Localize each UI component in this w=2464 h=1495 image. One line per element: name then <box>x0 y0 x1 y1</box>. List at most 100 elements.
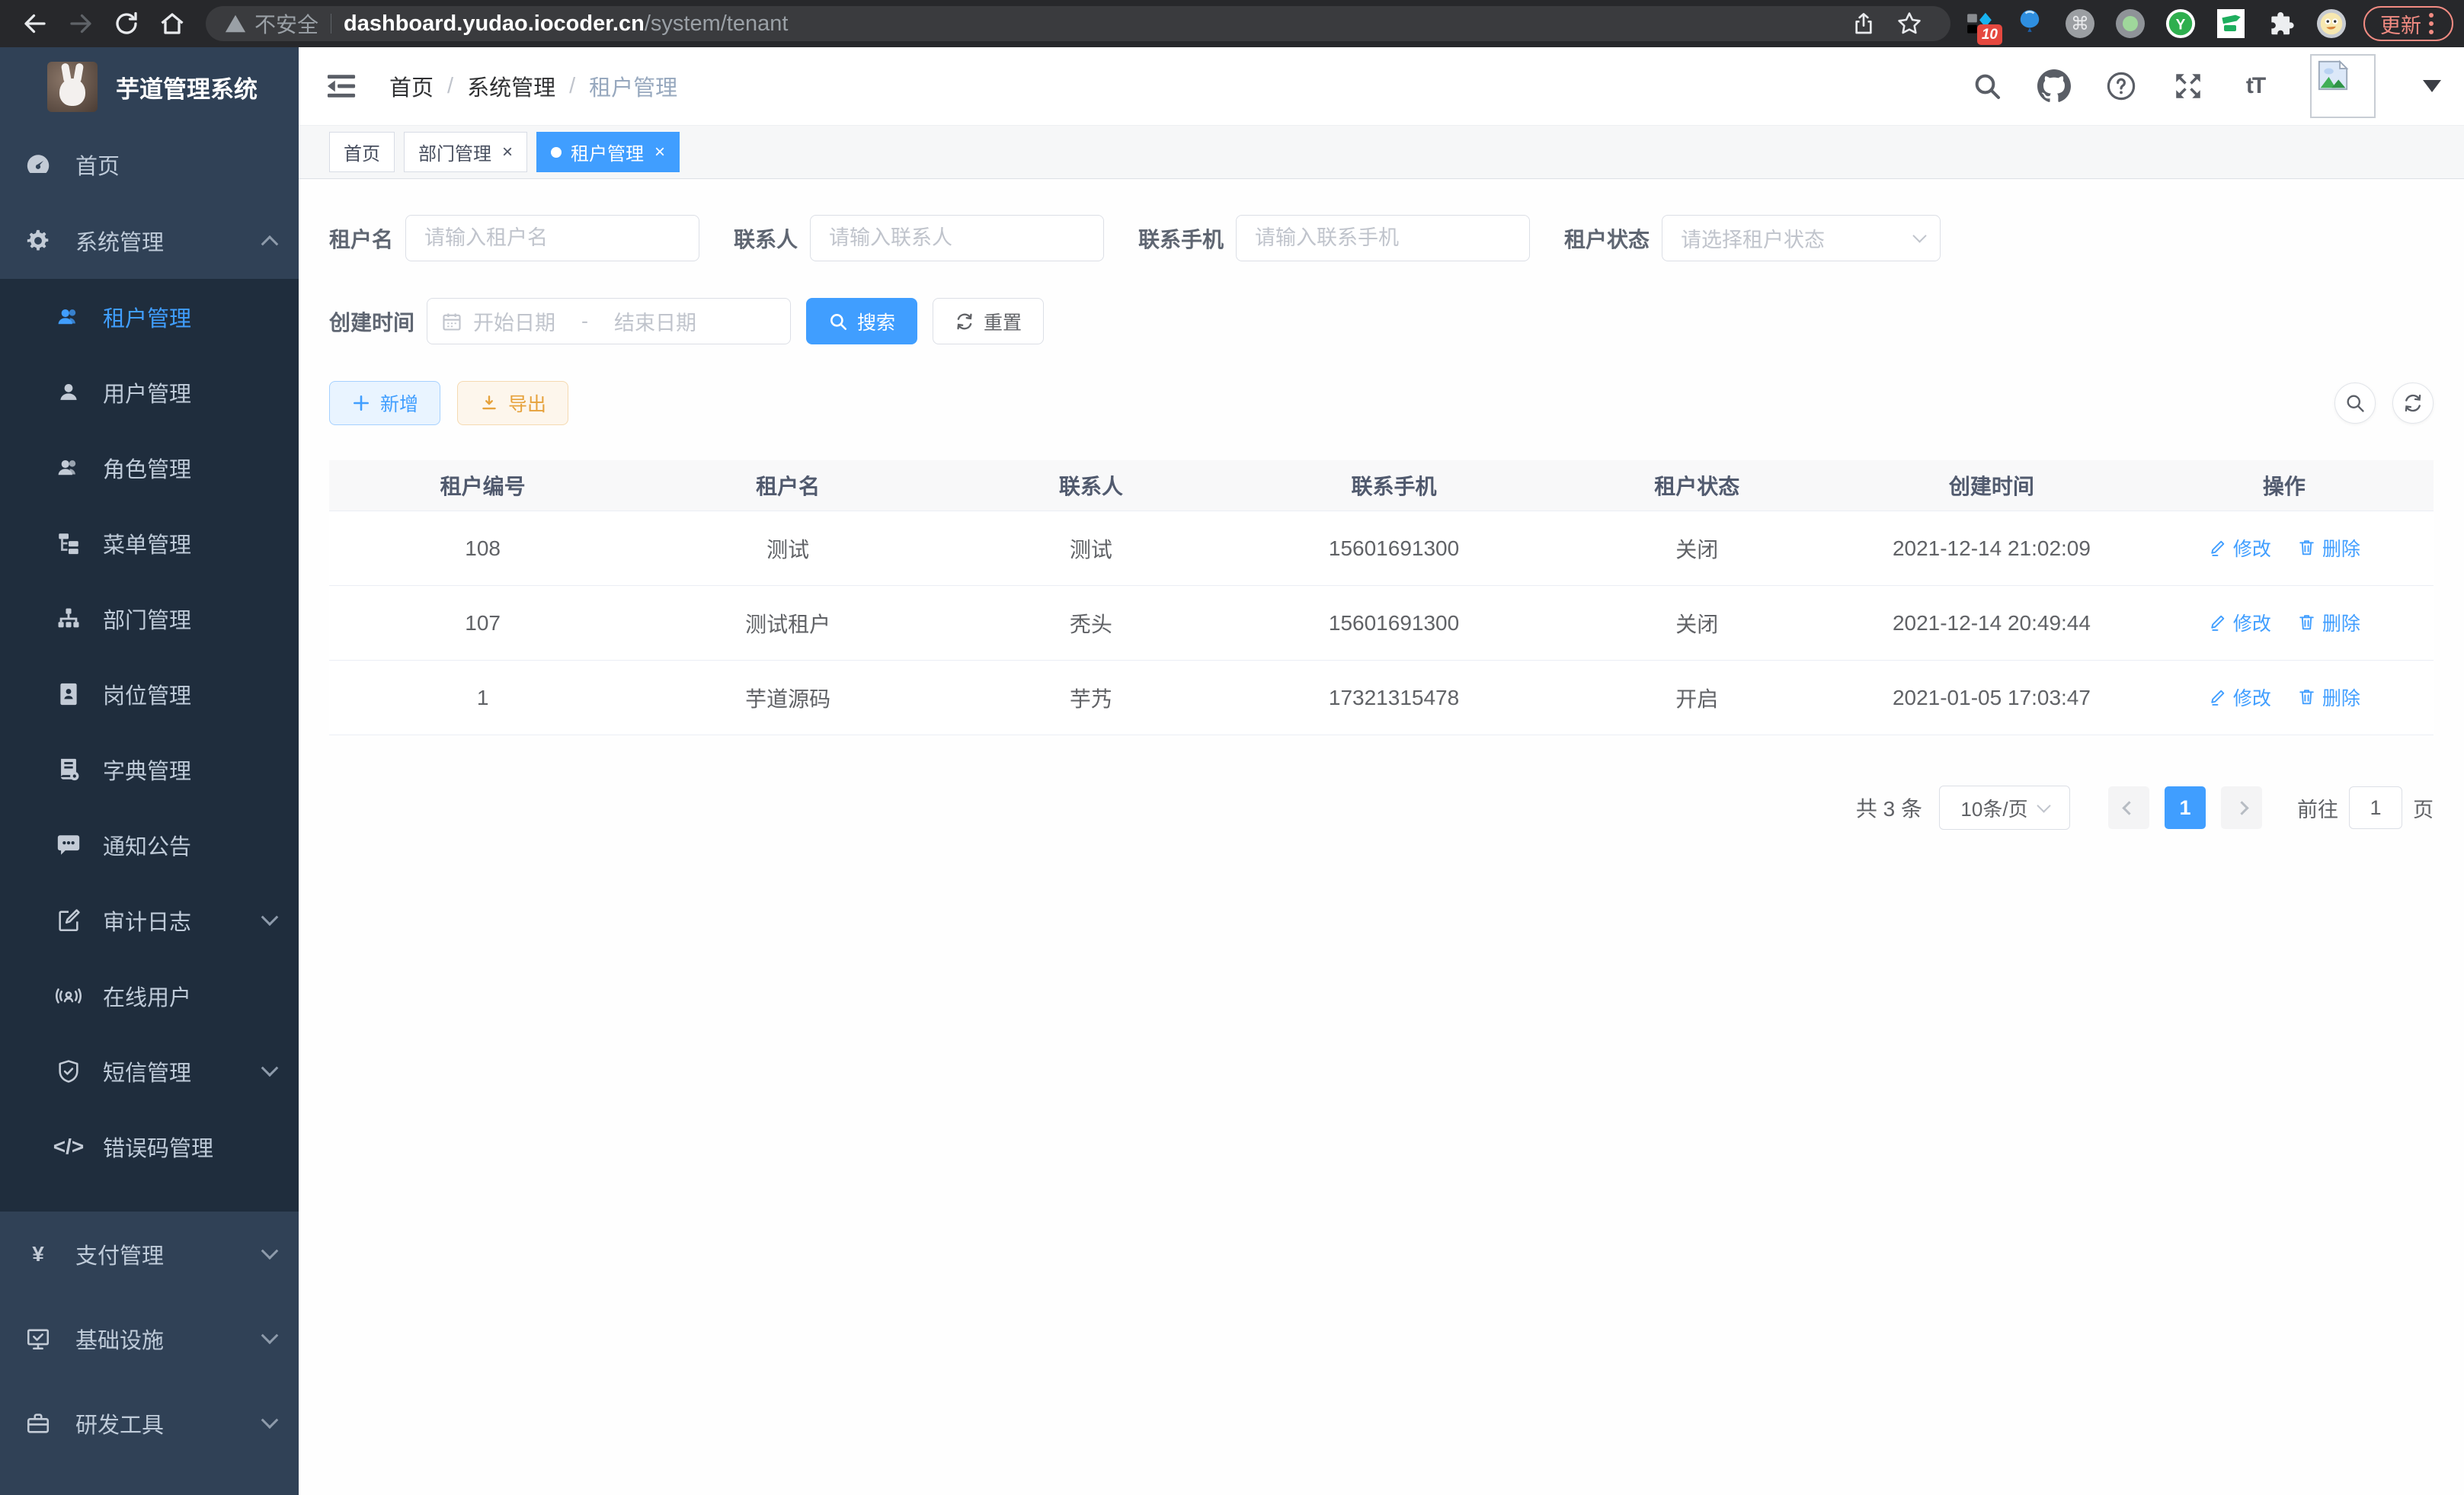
sidebar-item-tenant[interactable]: 租户管理 <box>0 279 299 354</box>
edit-link[interactable]: 修改 <box>2208 534 2271 562</box>
sidebar-item-notice[interactable]: 通知公告 <box>0 807 299 882</box>
chevron-down-icon <box>1912 229 1926 242</box>
sidebar-item-sms[interactable]: 短信管理 <box>0 1033 299 1109</box>
sidebar-item-system[interactable]: 系统管理 <box>0 203 299 279</box>
address-bar[interactable]: 不安全 dashboard.yudao.iocoder.cn/system/te… <box>206 6 1950 41</box>
extension-badge: 10 <box>1977 24 2002 45</box>
status-text: 关闭 <box>1545 608 1848 639</box>
export-button[interactable]: 导出 <box>457 381 568 425</box>
page-unit-label: 页 <box>2413 793 2434 823</box>
sidebar-item-home[interactable]: 首页 <box>0 126 299 203</box>
sidebar-item-errcode[interactable]: </> 错误码管理 <box>0 1109 299 1184</box>
security-label[interactable]: 不安全 <box>254 8 318 39</box>
extension-record-icon[interactable] <box>2115 8 2146 39</box>
yen-icon: ¥ <box>25 1241 51 1267</box>
sidebar-item-devtools[interactable]: 研发工具 <box>0 1381 299 1465</box>
sidebar-item-dict[interactable]: 字典管理 <box>0 731 299 807</box>
breadcrumb-home[interactable]: 首页 <box>389 70 434 102</box>
sidebar-item-user[interactable]: 用户管理 <box>0 354 299 430</box>
extension-chat-icon[interactable] <box>2216 8 2246 39</box>
reset-button[interactable]: 重置 <box>933 298 1044 344</box>
font-size-icon[interactable]: tT <box>2238 69 2272 103</box>
sidebar-item-dept[interactable]: 部门管理 <box>0 581 299 656</box>
tab-tenant[interactable]: 租户管理 × <box>536 132 680 172</box>
sidebar-item-infra[interactable]: 基础设施 <box>0 1296 299 1381</box>
toggle-search-icon[interactable] <box>2334 383 2376 424</box>
tab-home[interactable]: 首页 <box>329 132 395 172</box>
browser-update-button[interactable]: 更新 <box>2363 6 2453 41</box>
user-avatar[interactable] <box>2310 54 2376 118</box>
chevron-down-icon <box>261 1411 279 1429</box>
dictionary-icon <box>56 757 82 783</box>
sidebar-collapse-icon[interactable] <box>324 69 359 104</box>
browser-forward-icon[interactable] <box>61 4 101 43</box>
refresh-table-icon[interactable] <box>2392 383 2434 424</box>
profile-avatar-icon[interactable] <box>2316 8 2347 39</box>
sidebar-item-post[interactable]: 岗位管理 <box>0 656 299 731</box>
delete-link[interactable]: 删除 <box>2297 534 2360 562</box>
tree-list-icon <box>56 530 82 556</box>
bookmark-star-icon[interactable] <box>1890 4 1929 43</box>
add-button[interactable]: 新增 <box>329 381 440 425</box>
browser-menu-icon[interactable] <box>2429 13 2434 34</box>
browser-chrome: 不安全 dashboard.yudao.iocoder.cn/system/te… <box>0 0 2464 47</box>
page-size-select[interactable]: 10条/页 <box>1939 786 2070 830</box>
share-icon[interactable] <box>1844 4 1883 43</box>
extension-tag-icon[interactable]: 10 <box>1964 8 1995 39</box>
app-title: 芋道管理系统 <box>116 70 258 104</box>
tab-dept[interactable]: 部门管理 × <box>404 132 527 172</box>
extension-kite-icon[interactable] <box>2014 8 2045 39</box>
extension-y-icon[interactable]: Y <box>2165 8 2196 39</box>
extensions-puzzle-icon[interactable] <box>2266 8 2296 39</box>
goto-page-input[interactable] <box>2349 786 2402 829</box>
search-button[interactable]: 搜索 <box>806 298 917 344</box>
sidebar-item-role[interactable]: 角色管理 <box>0 430 299 505</box>
avatar-dropdown-caret[interactable] <box>2423 80 2441 92</box>
total-count: 共 3 条 <box>1856 792 1922 823</box>
end-date-placeholder: 结束日期 <box>614 306 696 336</box>
next-page-button[interactable] <box>2221 786 2262 829</box>
chevron-down-icon <box>2037 799 2050 812</box>
sidebar-item-online-user[interactable]: 在线用户 <box>0 958 299 1033</box>
date-range-picker[interactable]: 开始日期 - 结束日期 <box>427 298 791 344</box>
edit-link[interactable]: 修改 <box>2208 683 2271 711</box>
help-icon[interactable] <box>2104 69 2138 103</box>
browser-back-icon[interactable] <box>15 4 55 43</box>
breadcrumb-system[interactable]: 系统管理 <box>467 70 555 102</box>
edit-link[interactable]: 修改 <box>2208 609 2271 636</box>
tags-view-bar: 首页 部门管理 × 租户管理 × <box>299 126 2464 179</box>
not-secure-icon <box>224 12 247 35</box>
status-text: 开启 <box>1545 683 1848 713</box>
close-icon[interactable]: × <box>654 142 665 163</box>
create-time-label: 创建时间 <box>329 306 414 337</box>
browser-home-icon[interactable] <box>152 4 192 43</box>
sidebar-item-menu[interactable]: 菜单管理 <box>0 505 299 581</box>
delete-link[interactable]: 删除 <box>2297 609 2360 636</box>
chevron-down-icon <box>261 1327 279 1344</box>
roles-icon <box>56 455 82 481</box>
page-url[interactable]: dashboard.yudao.iocoder.cn/system/tenant <box>344 11 788 37</box>
prev-page-button[interactable] <box>2108 786 2149 829</box>
tenant-table: 租户编号 租户名 联系人 联系手机 租户状态 创建时间 操作 108 测试 测试… <box>329 460 2434 735</box>
status-select[interactable]: 请选择租户状态 <box>1662 215 1941 261</box>
github-icon[interactable] <box>2037 69 2071 103</box>
extension-command-icon[interactable]: ⌘ <box>2065 8 2095 39</box>
contact-input[interactable] <box>810 215 1104 261</box>
sidebar-item-payment[interactable]: ¥ 支付管理 <box>0 1212 299 1296</box>
org-tree-icon <box>56 606 82 632</box>
mobile-input[interactable] <box>1236 215 1530 261</box>
app-logo[interactable]: 芋道管理系统 <box>0 47 299 126</box>
sidebar-item-audit-log[interactable]: 审计日志 <box>0 882 299 958</box>
fullscreen-icon[interactable] <box>2171 69 2205 103</box>
extension-icons: 10 ⌘ Y <box>1964 8 2347 39</box>
close-icon[interactable]: × <box>502 142 513 163</box>
delete-link[interactable]: 删除 <box>2297 683 2360 711</box>
calendar-icon <box>441 311 462 332</box>
page-number-1[interactable]: 1 <box>2165 786 2206 829</box>
start-date-placeholder: 开始日期 <box>473 306 555 336</box>
header-search-icon[interactable] <box>1970 69 2004 103</box>
system-submenu: 租户管理 用户管理 角色管理 菜单管理 <box>0 279 299 1212</box>
browser-reload-icon[interactable] <box>107 4 146 43</box>
id-badge-icon <box>56 681 82 707</box>
tenant-name-input[interactable] <box>405 215 699 261</box>
